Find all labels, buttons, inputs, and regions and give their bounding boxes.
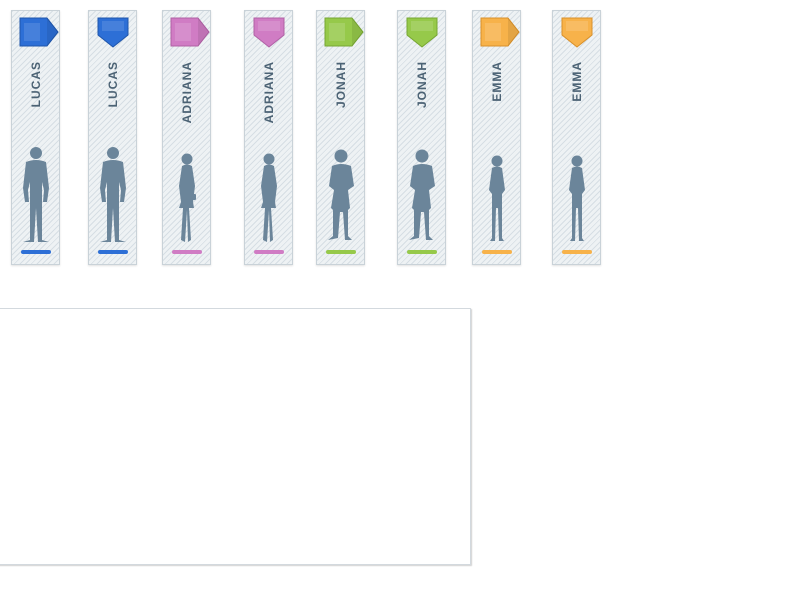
tag-arrow-down-icon <box>561 17 593 49</box>
tag-arrow-down-icon <box>97 17 129 49</box>
person-card-adriana[interactable]: ADRIANA <box>162 10 211 265</box>
boy-silhouette-icon <box>324 148 358 244</box>
tag-arrow-right-icon <box>480 17 520 49</box>
person-name: JONAH <box>333 61 348 109</box>
person-name: ADRIANA <box>261 61 276 124</box>
person-name: LUCAS <box>105 61 120 108</box>
tag-arrow-down-icon <box>253 17 285 49</box>
person-card-jonah-alt[interactable]: JONAH <box>397 10 446 265</box>
person-card-lucas[interactable]: LUCAS <box>11 10 60 265</box>
woman-silhouette-icon <box>172 152 202 244</box>
tag-arrow-right-icon <box>324 17 364 49</box>
stage: LUCAS LUCAS ADRIANA ADRIANA JONAH JONAH … <box>0 0 800 600</box>
boy-silhouette-icon <box>405 148 439 244</box>
woman-silhouette-icon <box>254 152 284 244</box>
person-name: LUCAS <box>28 61 43 108</box>
man-silhouette-icon <box>95 146 131 244</box>
person-name: EMMA <box>569 61 584 102</box>
color-bar <box>171 250 202 254</box>
color-bar <box>481 250 512 254</box>
person-name: JONAH <box>414 61 429 109</box>
person-card-adriana-alt[interactable]: ADRIANA <box>244 10 293 265</box>
person-name: EMMA <box>489 61 504 102</box>
man-silhouette-icon <box>18 146 54 244</box>
tag-arrow-right-icon <box>170 17 210 49</box>
color-bar <box>97 250 128 254</box>
person-card-jonah[interactable]: JONAH <box>316 10 365 265</box>
girl-silhouette-icon <box>563 154 591 244</box>
color-bar <box>253 250 284 254</box>
color-bar <box>406 250 437 254</box>
person-name: ADRIANA <box>179 61 194 124</box>
person-card-emma[interactable]: EMMA <box>472 10 521 265</box>
empty-panel <box>0 308 471 565</box>
tag-arrow-down-icon <box>406 17 438 49</box>
color-bar <box>325 250 356 254</box>
tag-arrow-right-icon <box>19 17 59 49</box>
person-card-lucas-alt[interactable]: LUCAS <box>88 10 137 265</box>
color-bar <box>20 250 51 254</box>
color-bar <box>561 250 592 254</box>
girl-silhouette-icon <box>483 154 511 244</box>
person-card-emma-alt[interactable]: EMMA <box>552 10 601 265</box>
